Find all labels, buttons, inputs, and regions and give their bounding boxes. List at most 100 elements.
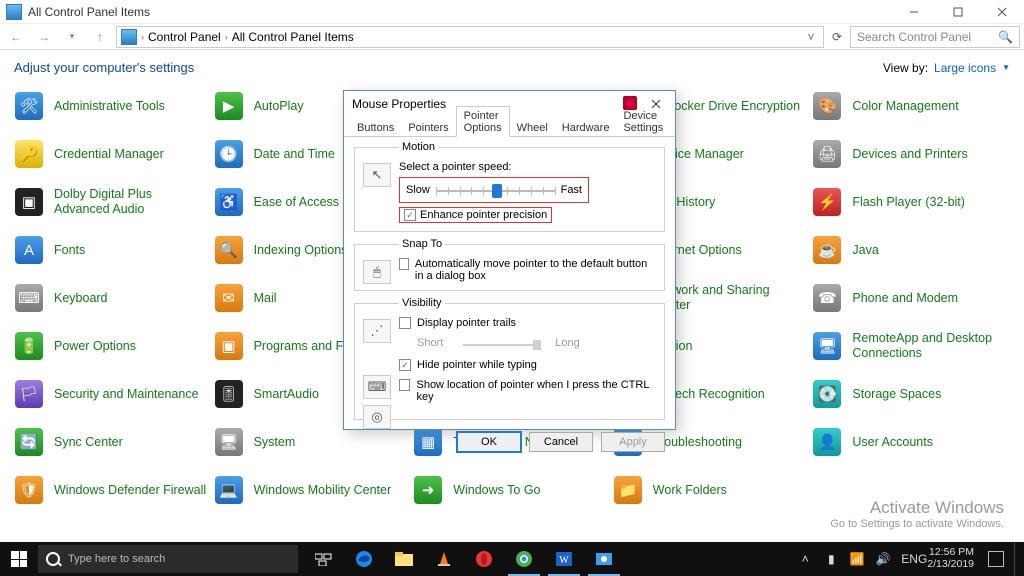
snap-to-checkbox[interactable] [399,258,409,270]
chevron-down-icon[interactable]: ˅ [803,30,819,44]
speed-slow-label: Slow [406,184,430,196]
ctrl-locate-label: Show location of pointer when I press th… [416,379,656,403]
apply-button[interactable]: Apply [601,432,665,452]
cp-item-label: Date and Time [254,147,335,162]
chevron-down-icon: ▼ [1002,63,1010,72]
cp-item-devices-and-printers[interactable]: 🖨Devices and Printers [812,137,1006,171]
cp-item-label: Windows Defender Firewall [54,483,206,498]
pointer-speed-slider[interactable] [436,181,555,199]
breadcrumb[interactable]: › Control Panel › All Control Panel Item… [116,26,824,48]
enhance-precision-checkbox[interactable] [404,209,416,221]
trails-short-label: Short [417,337,443,349]
minimize-button[interactable] [892,0,936,24]
app-opera[interactable] [464,542,504,576]
cp-item-keyboard[interactable]: ⌨Keyboard [14,281,208,315]
breadcrumb-segment[interactable]: All Control Panel Items [232,30,354,44]
nav-forward-button[interactable]: → [32,30,56,44]
cp-item-dolby-digital-plus-advanced-audio[interactable]: ▣Dolby Digital Plus Advanced Audio [14,185,208,219]
activate-title: Activate Windows [830,498,1004,518]
nav-back-button[interactable]: ← [4,30,28,44]
app-control-panel[interactable] [584,542,624,576]
cp-item-windows-to-go[interactable]: ➜Windows To Go [413,473,607,507]
app-chrome[interactable] [504,542,544,576]
cp-item-icon: 🕒 [214,139,244,169]
taskbar-clock[interactable]: 12:56 PM 2/13/2019 [927,547,978,570]
tab-device-settings[interactable]: Device Settings [616,93,670,136]
action-center-button[interactable] [988,551,1004,567]
windows-logo-icon [11,551,27,567]
cp-item-security-and-maintenance[interactable]: 🏳Security and Maintenance [14,377,208,411]
tray-wifi-icon[interactable]: 📶 [849,552,865,566]
cp-item-windows-defender-firewall[interactable]: 🛡Windows Defender Firewall [14,473,208,507]
synaptics-icon [623,96,637,110]
hide-pointer-icon: ⌨ [363,375,391,399]
cp-item-icon: ▣ [214,331,244,361]
ctrl-locate-checkbox[interactable] [399,379,410,391]
tab-wheel[interactable]: Wheel [510,119,555,136]
hide-pointer-checkbox[interactable] [399,359,411,371]
cp-item-windows-mobility-center[interactable]: 💻Windows Mobility Center [214,473,408,507]
nav-recent-button[interactable]: ▾ [60,31,84,42]
breadcrumb-segment[interactable]: Control Panel [148,30,221,44]
hide-pointer-label: Hide pointer while typing [417,359,537,371]
refresh-button[interactable]: ⟳ [828,30,846,44]
trails-long-label: Long [555,337,579,349]
pointer-trails-icon: ⋰ [363,319,391,343]
cp-item-label: SmartAudio [254,387,319,402]
tray-language-indicator[interactable]: ENG [901,552,917,566]
tab-pointer-options[interactable]: Pointer Options [456,106,510,137]
cp-item-remoteapp-and-desktop-connections[interactable]: 🖥RemoteApp and Desktop Connections [812,329,1006,363]
cp-item-administrative-tools[interactable]: 🛠Administrative Tools [14,89,208,123]
cp-item-label: Windows To Go [453,483,540,498]
cp-item-phone-and-modem[interactable]: ☎Phone and Modem [812,281,1006,315]
cp-item-icon: ☎ [812,283,842,313]
cp-item-flash-player-32-bit[interactable]: ⚡Flash Player (32-bit) [812,185,1006,219]
tray-volume-icon[interactable]: 🔊 [875,552,891,566]
tray-battery-icon[interactable]: ▮ [823,552,839,566]
tab-buttons[interactable]: Buttons [350,119,401,136]
cancel-button[interactable]: Cancel [529,432,593,452]
cp-item-icon: 🔄 [14,427,44,457]
cp-item-user-accounts[interactable]: 👤User Accounts [812,425,1006,459]
cp-item-label: Fonts [54,243,85,258]
app-file-explorer[interactable] [384,542,424,576]
slider-thumb[interactable] [492,184,502,198]
task-view-button[interactable] [304,542,344,576]
tray-show-hidden-icon[interactable]: ˄ [797,552,813,566]
svg-text:W: W [559,555,569,566]
nav-up-button[interactable]: ↑ [88,30,112,44]
system-tray: ˄ ▮ 📶 🔊 ENG 12:56 PM 2/13/2019 [797,542,1024,576]
cp-item-sync-center[interactable]: 🔄Sync Center [14,425,208,459]
app-edge[interactable] [344,542,384,576]
search-input[interactable]: Search Control Panel 🔍 [850,26,1020,48]
taskbar-search-input[interactable]: Type here to search [38,545,298,573]
cp-item-credential-manager[interactable]: 🔑Credential Manager [14,137,208,171]
cp-item-java[interactable]: ☕Java [812,233,1006,267]
view-by-selector[interactable]: View by: Large icons ▼ [883,61,1010,75]
snap-to-legend: Snap To [399,238,445,250]
motion-legend: Motion [399,141,438,153]
maximize-button[interactable] [936,0,980,24]
dialog-title: Mouse Properties [352,97,446,111]
activate-subtitle: Go to Settings to activate Windows. [830,518,1004,530]
cp-item-color-management[interactable]: 🎨Color Management [812,89,1006,123]
cp-item-label: Power Options [54,339,136,354]
tab-pointers[interactable]: Pointers [401,119,455,136]
app-word[interactable]: W [544,542,584,576]
cp-item-fonts[interactable]: AFonts [14,233,208,267]
close-button[interactable] [980,0,1024,24]
cp-item-work-folders[interactable]: 📁Work Folders [613,473,807,507]
cp-item-icon: 📁 [613,475,643,505]
tab-hardware[interactable]: Hardware [555,119,617,136]
cp-item-storage-spaces[interactable]: 💽Storage Spaces [812,377,1006,411]
mouse-properties-dialog: Mouse Properties Buttons Pointers Pointe… [343,90,676,430]
start-button[interactable] [0,542,38,576]
show-desktop-button[interactable] [1014,542,1020,576]
cp-item-icon: 👤 [812,427,842,457]
ok-button[interactable]: OK [457,432,521,452]
pointer-trails-checkbox[interactable] [399,317,411,329]
cp-item-power-options[interactable]: 🔋Power Options [14,329,208,363]
app-vlc[interactable] [424,542,464,576]
page-title: Adjust your computer's settings [14,60,194,75]
view-by-value: Large icons [934,61,996,75]
